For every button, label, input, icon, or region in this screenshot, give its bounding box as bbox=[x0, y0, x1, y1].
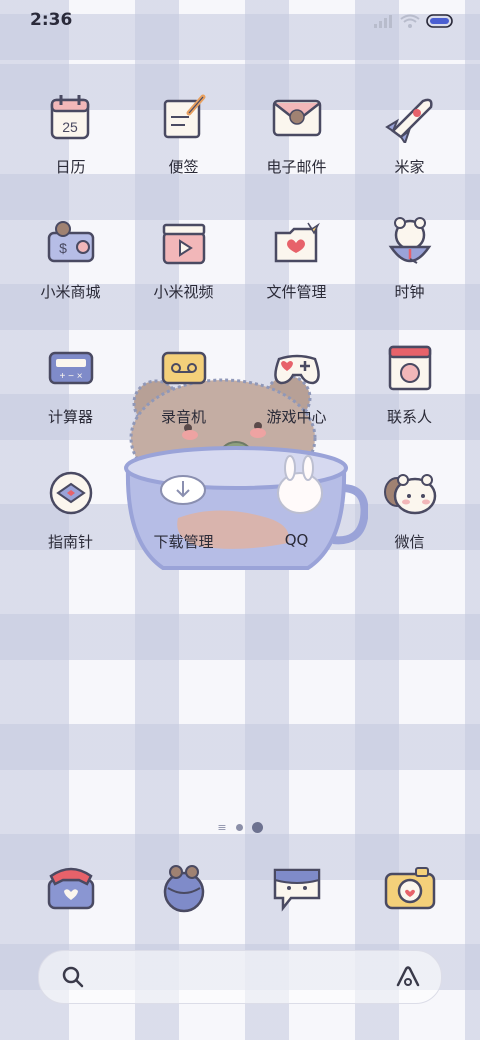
app-qq[interactable]: QQ bbox=[240, 463, 353, 588]
app-label: 日历 bbox=[55, 158, 86, 176]
app-calendar[interactable]: 25 日历 bbox=[14, 88, 127, 213]
notes-icon bbox=[154, 88, 214, 148]
app-email[interactable]: 电子邮件 bbox=[240, 88, 353, 213]
svg-text:+ − ×: + − × bbox=[59, 371, 82, 382]
signal-icon bbox=[374, 15, 392, 28]
bunny-icon bbox=[267, 463, 327, 523]
assistant-icon[interactable] bbox=[395, 965, 421, 989]
app-contacts[interactable]: 联系人 bbox=[353, 338, 466, 463]
wallet-icon: $ bbox=[41, 213, 101, 273]
page-dot-active bbox=[251, 822, 263, 833]
gamepad-icon bbox=[267, 338, 327, 398]
app-file-manager[interactable]: 文件管理 bbox=[240, 213, 353, 338]
download-cloud-icon bbox=[154, 463, 214, 523]
browser-icon[interactable] bbox=[154, 858, 214, 918]
app-label: 小米商城 bbox=[40, 283, 101, 301]
app-label: 电子邮件 bbox=[266, 158, 327, 176]
rocket-icon bbox=[380, 88, 440, 148]
app-calculator[interactable]: + − × 计算器 bbox=[14, 338, 127, 463]
compass-icon bbox=[41, 463, 101, 523]
cassette-icon bbox=[154, 338, 214, 398]
page-dot bbox=[235, 824, 243, 831]
camera-icon[interactable] bbox=[380, 858, 440, 918]
app-label: 下载管理 bbox=[153, 533, 214, 551]
status-icons bbox=[374, 12, 454, 30]
app-label: 文件管理 bbox=[266, 283, 327, 301]
app-downloads[interactable]: 下载管理 bbox=[127, 463, 240, 588]
app-label: 小米视频 bbox=[153, 283, 214, 301]
app-label: QQ bbox=[284, 531, 309, 549]
app-mi-store[interactable]: $ 小米商城 bbox=[14, 213, 127, 338]
app-label: 指南针 bbox=[47, 533, 93, 551]
messages-icon[interactable] bbox=[267, 858, 327, 918]
phone-icon[interactable] bbox=[41, 858, 101, 918]
email-icon bbox=[267, 88, 327, 148]
calendar-date: 25 bbox=[62, 119, 78, 135]
page-list-icon: ≡ bbox=[217, 820, 227, 834]
app-label: 联系人 bbox=[386, 408, 432, 426]
status-time: 2:36 bbox=[30, 10, 73, 30]
app-label: 微信 bbox=[394, 533, 425, 551]
clapperboard-icon bbox=[154, 213, 214, 273]
search-icon[interactable] bbox=[61, 965, 85, 989]
app-game-center[interactable]: 游戏中心 bbox=[240, 338, 353, 463]
hamster-icon bbox=[380, 463, 440, 523]
app-recorder[interactable]: 录音机 bbox=[127, 338, 240, 463]
app-label: 时钟 bbox=[394, 283, 425, 301]
calendar-icon: 25 bbox=[41, 88, 101, 148]
app-clock[interactable]: 时钟 bbox=[353, 213, 466, 338]
search-bar[interactable] bbox=[38, 950, 442, 1004]
calculator-icon: + − × bbox=[41, 338, 101, 398]
page-indicator[interactable]: ≡ bbox=[0, 822, 480, 833]
app-wechat[interactable]: 微信 bbox=[353, 463, 466, 588]
app-mijia[interactable]: 米家 bbox=[353, 88, 466, 213]
status-bar: 2:36 bbox=[0, 0, 480, 42]
wifi-icon bbox=[400, 14, 420, 28]
app-compass[interactable]: 指南针 bbox=[14, 463, 127, 588]
svg-text:$: $ bbox=[59, 240, 67, 256]
app-label: 录音机 bbox=[160, 408, 206, 426]
app-mi-video[interactable]: 小米视频 bbox=[127, 213, 240, 338]
app-notes[interactable]: 便签 bbox=[127, 88, 240, 213]
app-label: 游戏中心 bbox=[266, 408, 327, 426]
folder-icon bbox=[267, 213, 327, 273]
app-label: 便签 bbox=[168, 158, 199, 176]
app-label: 米家 bbox=[394, 158, 425, 176]
battery-icon bbox=[426, 14, 453, 28]
app-label: 计算器 bbox=[47, 408, 93, 426]
contacts-icon bbox=[380, 338, 440, 398]
dock bbox=[14, 858, 466, 918]
app-grid: 25 日历 便签 电子邮件 米家 $ 小米商城 小米视频 文件管理 时钟 + −… bbox=[14, 88, 466, 588]
clock-icon bbox=[380, 213, 440, 273]
